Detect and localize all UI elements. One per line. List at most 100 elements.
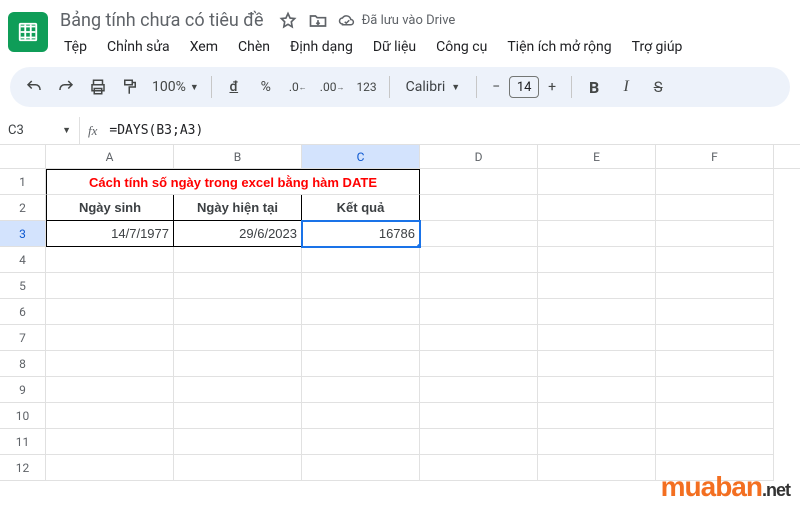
- cell-C11[interactable]: [302, 429, 420, 455]
- font-select[interactable]: Calibri▼: [398, 79, 468, 95]
- spreadsheet-grid[interactable]: A B C D E F 1 Cách tính số ngày trong ex…: [0, 145, 800, 481]
- number-format-button[interactable]: 123: [352, 73, 380, 101]
- cell-C6[interactable]: [302, 299, 420, 325]
- cell-D8[interactable]: [420, 351, 538, 377]
- menu-extensions[interactable]: Tiện ích mở rộng: [499, 35, 619, 59]
- row-header-3[interactable]: 3: [0, 221, 46, 247]
- cell-D12[interactable]: [420, 455, 538, 481]
- cell-C4[interactable]: [302, 247, 420, 273]
- cell-A6[interactable]: [46, 299, 174, 325]
- cell-F9[interactable]: [656, 377, 774, 403]
- cell-F1[interactable]: [656, 169, 774, 195]
- cell-B6[interactable]: [174, 299, 302, 325]
- menu-tools[interactable]: Công cụ: [428, 35, 495, 59]
- cell-C7[interactable]: [302, 325, 420, 351]
- row-header-8[interactable]: 8: [0, 351, 46, 377]
- menu-file[interactable]: Tệp: [56, 35, 95, 59]
- italic-button[interactable]: I: [612, 73, 640, 101]
- cell-C12[interactable]: [302, 455, 420, 481]
- doc-title[interactable]: Bảng tính chưa có tiêu đề: [56, 8, 268, 33]
- col-header-A[interactable]: A: [46, 145, 174, 168]
- zoom-select[interactable]: 100%▼: [148, 79, 203, 95]
- cell-E3[interactable]: [538, 221, 656, 247]
- cell-D7[interactable]: [420, 325, 538, 351]
- menu-format[interactable]: Định dạng: [282, 35, 361, 59]
- cell-C10[interactable]: [302, 403, 420, 429]
- paint-format-button[interactable]: [116, 73, 144, 101]
- cell-E10[interactable]: [538, 403, 656, 429]
- cell-C9[interactable]: [302, 377, 420, 403]
- row-header-11[interactable]: 11: [0, 429, 46, 455]
- percent-button[interactable]: %: [252, 73, 280, 101]
- cell-A3[interactable]: 14/7/1977: [46, 221, 174, 247]
- col-header-B[interactable]: B: [174, 145, 302, 168]
- row-header-9[interactable]: 9: [0, 377, 46, 403]
- col-header-E[interactable]: E: [538, 145, 656, 168]
- cell-B3[interactable]: 29/6/2023: [174, 221, 302, 247]
- cell-E12[interactable]: [538, 455, 656, 481]
- col-header-F[interactable]: F: [656, 145, 774, 168]
- cell-E4[interactable]: [538, 247, 656, 273]
- menu-edit[interactable]: Chỉnh sửa: [99, 35, 178, 59]
- menu-insert[interactable]: Chèn: [230, 35, 278, 59]
- cell-A8[interactable]: [46, 351, 174, 377]
- cell-E11[interactable]: [538, 429, 656, 455]
- cell-A10[interactable]: [46, 403, 174, 429]
- cell-B12[interactable]: [174, 455, 302, 481]
- cell-E5[interactable]: [538, 273, 656, 299]
- cell-D5[interactable]: [420, 273, 538, 299]
- cell-D9[interactable]: [420, 377, 538, 403]
- menu-view[interactable]: Xem: [182, 35, 226, 59]
- fill-handle[interactable]: [416, 243, 420, 247]
- font-size-input[interactable]: 14: [509, 76, 539, 98]
- cell-B7[interactable]: [174, 325, 302, 351]
- cell-E6[interactable]: [538, 299, 656, 325]
- cell-F6[interactable]: [656, 299, 774, 325]
- cell-C8[interactable]: [302, 351, 420, 377]
- cell-A12[interactable]: [46, 455, 174, 481]
- cell-E2[interactable]: [538, 195, 656, 221]
- redo-button[interactable]: [52, 73, 80, 101]
- sheets-logo[interactable]: [8, 12, 48, 52]
- row-header-7[interactable]: 7: [0, 325, 46, 351]
- cell-A9[interactable]: [46, 377, 174, 403]
- undo-button[interactable]: [20, 73, 48, 101]
- cell-D3[interactable]: [420, 221, 538, 247]
- cell-A7[interactable]: [46, 325, 174, 351]
- cell-E9[interactable]: [538, 377, 656, 403]
- cell-D6[interactable]: [420, 299, 538, 325]
- cell-D2[interactable]: [420, 195, 538, 221]
- col-header-C[interactable]: C: [302, 145, 420, 168]
- row-header-6[interactable]: 6: [0, 299, 46, 325]
- cell-F4[interactable]: [656, 247, 774, 273]
- row-header-10[interactable]: 10: [0, 403, 46, 429]
- cell-A5[interactable]: [46, 273, 174, 299]
- decrease-font-button[interactable]: −: [485, 76, 507, 98]
- row-header-12[interactable]: 12: [0, 455, 46, 481]
- cell-A4[interactable]: [46, 247, 174, 273]
- formula-bar[interactable]: =DAYS(B3;A3): [105, 123, 800, 138]
- cell-C3[interactable]: 16786: [302, 221, 420, 247]
- cell-C5[interactable]: [302, 273, 420, 299]
- cell-B11[interactable]: [174, 429, 302, 455]
- cell-B8[interactable]: [174, 351, 302, 377]
- name-box[interactable]: C3 ▼: [0, 117, 80, 144]
- decrease-decimal-button[interactable]: .0←: [284, 73, 312, 101]
- cell-F5[interactable]: [656, 273, 774, 299]
- increase-font-button[interactable]: +: [541, 76, 563, 98]
- bold-button[interactable]: B: [580, 73, 608, 101]
- print-button[interactable]: [84, 73, 112, 101]
- cell-A1-merged[interactable]: Cách tính số ngày trong excel bằng hàm D…: [46, 169, 420, 195]
- row-header-2[interactable]: 2: [0, 195, 46, 221]
- star-icon[interactable]: [278, 11, 298, 31]
- cell-D4[interactable]: [420, 247, 538, 273]
- row-header-4[interactable]: 4: [0, 247, 46, 273]
- increase-decimal-button[interactable]: .00→: [316, 73, 349, 101]
- currency-button[interactable]: đ: [220, 73, 248, 101]
- col-header-D[interactable]: D: [420, 145, 538, 168]
- cell-B5[interactable]: [174, 273, 302, 299]
- cell-F7[interactable]: [656, 325, 774, 351]
- cell-B2[interactable]: Ngày hiện tại: [174, 195, 302, 221]
- cell-A2[interactable]: Ngày sinh: [46, 195, 174, 221]
- cell-F10[interactable]: [656, 403, 774, 429]
